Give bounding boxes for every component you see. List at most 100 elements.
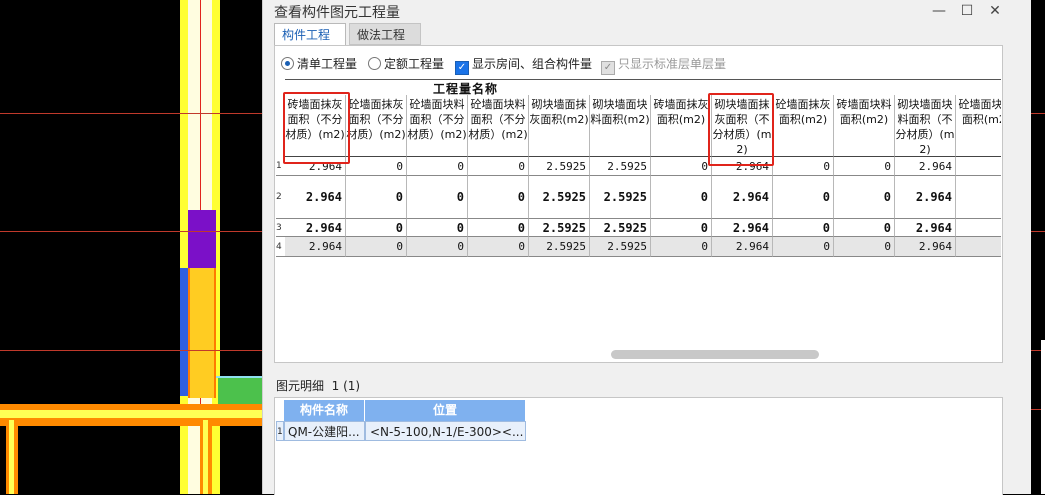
table-cell[interactable]: 2.964 (285, 176, 346, 219)
checkbox-standard-floor: ✓ 只显示标准层单层量 (601, 55, 726, 75)
table-cell[interactable]: 0 (834, 219, 895, 237)
detail-header-position[interactable]: 位置 (365, 400, 526, 421)
standard-floor-label: 只显示标准层单层量 (618, 57, 727, 71)
table-cell[interactable]: 0 (407, 176, 468, 219)
table-cell[interactable]: 0 (773, 237, 834, 257)
table-cell[interactable]: 0 (834, 176, 895, 219)
detail-title-label: 图元明细 (276, 379, 325, 393)
column-header[interactable]: 砌块墙面抹灰面积(m2) (529, 95, 590, 157)
table-cell[interactable]: 2.964 (712, 237, 773, 257)
tab-component-quantity[interactable]: 构件工程量 (274, 23, 346, 64)
column-header[interactable]: 砼墙面抹灰面积(m2) (773, 95, 834, 157)
table-cell[interactable]: 0 (407, 157, 468, 176)
table-cell[interactable]: 0 (651, 219, 712, 237)
table-cell[interactable]: 0 (834, 157, 895, 176)
column-header[interactable]: 砼墙面块料面积（不分材质）(m2) (407, 95, 468, 157)
table-cell[interactable] (956, 219, 1001, 237)
column-header[interactable]: 砖墙面块料面积(m2) (834, 95, 895, 157)
table-cell[interactable] (956, 176, 1001, 219)
table-cell[interactable]: 2.964 (895, 157, 956, 176)
table-cell[interactable]: 0 (834, 237, 895, 257)
table-cell[interactable]: 2.5925 (529, 219, 590, 237)
column-header[interactable]: 砖墙面抹灰面积(m2) (651, 95, 712, 157)
column-header[interactable]: 砌块墙面抹灰面积（不分材质）(m2) (712, 95, 773, 157)
row-number[interactable]: 2 (276, 176, 285, 219)
table-cell[interactable]: 2.964 (895, 219, 956, 237)
table-cell[interactable]: 0 (346, 176, 407, 219)
table-cell[interactable]: 0 (773, 219, 834, 237)
table-cell[interactable]: 0 (651, 237, 712, 257)
table-cell[interactable]: 2.5925 (590, 176, 651, 219)
table-cell[interactable]: 0 (773, 176, 834, 219)
table-cell[interactable]: 0 (773, 157, 834, 176)
table-cell[interactable] (956, 237, 1001, 257)
yellow-wall-right (203, 420, 208, 494)
table-cell[interactable]: 0 (407, 237, 468, 257)
table-cell[interactable]: 2.5925 (529, 237, 590, 257)
radio-unchecked-icon (368, 57, 381, 70)
table-group-header: 工程量名称 (285, 80, 1001, 96)
row-number[interactable]: 3 (276, 219, 285, 237)
table-cell[interactable]: 2.964 (712, 157, 773, 176)
table-cell[interactable]: 0 (346, 157, 407, 176)
row-number[interactable]: 1 (276, 157, 285, 176)
table-cell[interactable] (956, 157, 1001, 176)
table-cell[interactable]: 0 (651, 157, 712, 176)
detail-count: 1 (1) (331, 379, 361, 393)
table-cell[interactable]: 2.964 (895, 176, 956, 219)
column-header[interactable]: 砼墙面块料面积(m2) (956, 95, 1001, 157)
table-cell[interactable]: 2.964 (895, 237, 956, 257)
table-cell[interactable]: 2.5925 (529, 176, 590, 219)
table-cell[interactable]: 0 (468, 157, 529, 176)
table-cell[interactable]: 0 (407, 219, 468, 237)
table-cell[interactable]: 0 (468, 219, 529, 237)
quantity-table[interactable]: 工程量名称 砖墙面抹灰面积（不分材质）(m2) 砼墙面抹灰面积（不分材质）(m2)… (276, 79, 1001, 305)
column-header[interactable]: 砼墙面抹灰面积（不分材质）(m2) (346, 95, 407, 157)
table-cell[interactable]: 2.5925 (590, 157, 651, 176)
maximize-icon[interactable]: ☐ (957, 1, 977, 21)
table-cell[interactable]: 2.5925 (529, 157, 590, 176)
table-cell[interactable]: 0 (346, 237, 407, 257)
minimize-icon[interactable]: — (929, 1, 949, 21)
table-cell[interactable]: 0 (651, 176, 712, 219)
cyan-line (216, 376, 262, 378)
table-cell[interactable]: 2.5925 (590, 219, 651, 237)
cad-drawing-area[interactable] (0, 0, 262, 494)
yellow-wall-horizontal (0, 410, 262, 418)
detail-header-name[interactable]: 构件名称 (284, 400, 365, 421)
radio-quota-label: 定额工程量 (384, 57, 445, 71)
detail-panel: 构件名称 位置 1 QM-公建阳... <N-5-100,N-1/E-300><… (274, 397, 1003, 495)
row-number[interactable]: 4 (276, 237, 285, 257)
table-cell[interactable]: 2.964 (285, 237, 346, 257)
table-cell[interactable]: 2.5925 (590, 237, 651, 257)
axis-line (1030, 231, 1045, 232)
detail-row-position[interactable]: <N-5-100,N-1/E-300><... (365, 421, 526, 441)
table-cell[interactable]: 2.964 (285, 219, 346, 237)
radio-list-quantity[interactable]: 清单工程量 (281, 55, 357, 73)
column-header[interactable]: 砌块墙面块料面积(m2) (590, 95, 651, 157)
radio-quota-quantity[interactable]: 定额工程量 (368, 55, 444, 73)
table-cell[interactable]: 0 (468, 176, 529, 219)
column-header[interactable]: 砼墙面块料面积（不分材质）(m2) (468, 95, 529, 157)
table-cell[interactable]: 0 (468, 237, 529, 257)
table-cell[interactable]: 2.964 (285, 157, 346, 176)
close-icon[interactable]: ✕ (985, 1, 1005, 21)
cad-drawing-area-right[interactable] (1030, 0, 1045, 494)
detail-row-name[interactable]: QM-公建阳... (284, 421, 365, 441)
table-cell[interactable]: 0 (346, 219, 407, 237)
quantity-panel: 清单工程量 定额工程量 ✓ 显示房间、组合构件量 ✓ 只显示标准层单层量 工程量名称… (274, 45, 1003, 363)
detail-title: 图元明细 1 (1) (276, 377, 360, 394)
horizontal-scrollbar[interactable] (611, 350, 819, 359)
tab-method-quantity[interactable]: 做法工程量 (349, 23, 421, 64)
white-edge (1041, 340, 1045, 494)
table-cell[interactable]: 2.964 (712, 176, 773, 219)
checkbox-disabled-icon: ✓ (601, 61, 615, 75)
table-cell[interactable]: 2.964 (712, 219, 773, 237)
radio-list-label: 清单工程量 (297, 57, 358, 71)
column-header[interactable]: 砌块墙面块料面积（不分材质）(m2) (895, 95, 956, 157)
show-rooms-label: 显示房间、组合构件量 (472, 57, 593, 71)
detail-row-index[interactable]: 1 (276, 421, 284, 441)
checkbox-show-rooms[interactable]: ✓ 显示房间、组合构件量 (455, 55, 592, 75)
column-header[interactable]: 砖墙面抹灰面积（不分材质）(m2) (285, 95, 346, 157)
dialog-title: 查看构件图元工程量 (274, 5, 400, 21)
